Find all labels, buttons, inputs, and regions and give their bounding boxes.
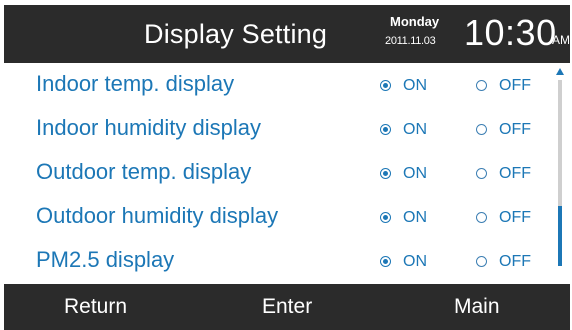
setting-row-pm25: PM2.5 display ON OFF bbox=[0, 239, 555, 283]
clock-time: 10:30 bbox=[464, 12, 557, 53]
on-label: ON bbox=[403, 209, 427, 226]
radio-filled-icon[interactable] bbox=[380, 212, 391, 223]
date-label: 2011.11.03 bbox=[385, 35, 436, 47]
setting-row-outdoor-temp: Outdoor temp. display ON OFF bbox=[0, 151, 555, 195]
off-label: OFF bbox=[499, 253, 531, 270]
on-label: ON bbox=[403, 121, 427, 138]
on-label: ON bbox=[403, 165, 427, 182]
radio-filled-icon[interactable] bbox=[380, 168, 391, 179]
setting-label: Indoor humidity display bbox=[36, 115, 262, 140]
enter-button[interactable]: Enter bbox=[262, 295, 312, 319]
off-label: OFF bbox=[499, 121, 531, 138]
return-button[interactable]: Return bbox=[64, 295, 127, 319]
setting-label: Outdoor temp. display bbox=[36, 159, 252, 184]
radio-empty-icon[interactable] bbox=[476, 124, 487, 135]
on-label: ON bbox=[403, 253, 427, 270]
setting-row-indoor-humidity: Indoor humidity display ON OFF bbox=[0, 107, 555, 151]
radio-empty-icon[interactable] bbox=[476, 168, 487, 179]
radio-filled-icon[interactable] bbox=[380, 80, 391, 91]
setting-row-indoor-temp: Indoor temp. display ON OFF bbox=[0, 63, 555, 107]
clock-ampm: AM bbox=[552, 33, 570, 47]
off-label: OFF bbox=[499, 209, 531, 226]
radio-filled-icon[interactable] bbox=[380, 256, 391, 267]
scrollbar-track[interactable] bbox=[558, 80, 562, 266]
settings-list: Indoor temp. display ON OFF Indoor humid… bbox=[0, 63, 572, 283]
setting-row-outdoor-humidity: Outdoor humidity display ON OFF bbox=[0, 195, 555, 239]
main-button[interactable]: Main bbox=[454, 295, 500, 319]
scrollbar-thumb[interactable] bbox=[558, 206, 562, 266]
radio-empty-icon[interactable] bbox=[476, 80, 487, 91]
radio-empty-icon[interactable] bbox=[476, 212, 487, 223]
header-bar: Display Setting Monday 2011.11.03 10:30 … bbox=[4, 5, 570, 63]
radio-empty-icon[interactable] bbox=[476, 256, 487, 267]
off-label: OFF bbox=[499, 165, 531, 182]
off-label: OFF bbox=[499, 77, 531, 94]
page-title: Display Setting bbox=[144, 19, 328, 49]
radio-filled-icon[interactable] bbox=[380, 124, 391, 135]
setting-label: Outdoor humidity display bbox=[36, 203, 279, 228]
setting-label: PM2.5 display bbox=[36, 247, 175, 272]
footer-bar: Return Enter Main bbox=[4, 284, 570, 330]
weekday-label: Monday bbox=[390, 14, 440, 29]
on-label: ON bbox=[403, 77, 427, 94]
display-setting-screen: Display Setting Monday 2011.11.03 10:30 … bbox=[0, 0, 572, 330]
setting-label: Indoor temp. display bbox=[36, 71, 235, 96]
triangle-up-icon[interactable] bbox=[556, 68, 564, 75]
